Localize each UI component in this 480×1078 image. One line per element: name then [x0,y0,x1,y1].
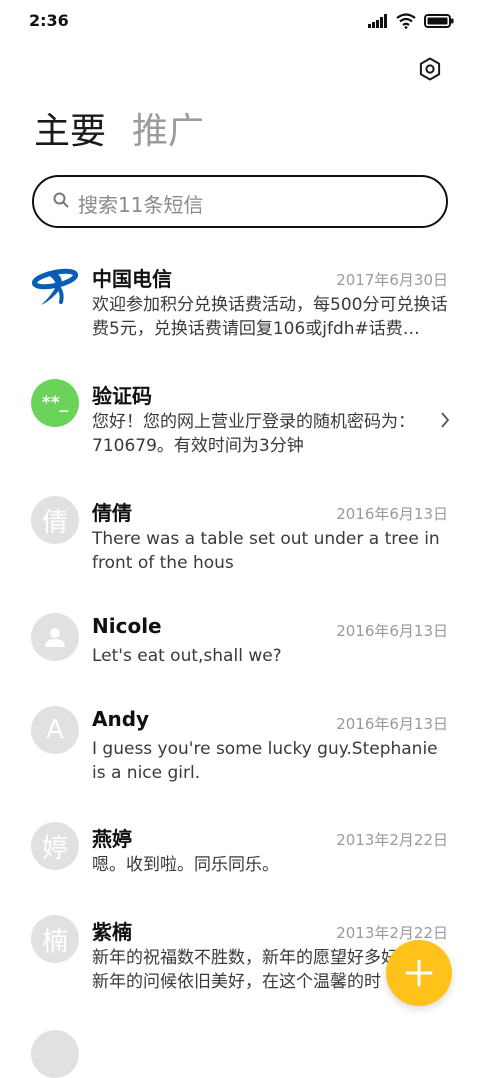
new-message-button[interactable] [386,940,452,1006]
avatar-text: 婷 [41,833,68,864]
avatar: A [31,706,79,754]
status-bar: 2:36 [0,0,480,40]
message-item[interactable]: 倩 倩倩 2016年6月13日 There was a table set ou… [0,484,480,601]
wifi-icon [396,13,416,29]
sender-name: 倩倩 [92,501,132,525]
message-item[interactable]: Nicole 2016年6月13日 Let's eat out,shall we… [0,601,480,694]
chevron-right-icon [441,412,450,428]
settings-icon [419,57,441,81]
message-preview: 欢迎参加积分兑换话费活动，每500分可兑换话费5元，兑换话费请回复106或jfd… [92,295,448,339]
avatar: **_ [31,379,79,427]
message-item[interactable]: 中国电信 2017年6月30日 欢迎参加积分兑换话费活动，每500分可兑换话费5… [0,250,480,367]
message-date: 2013年2月22日 [336,924,448,942]
tab-promotions[interactable]: 推广 [132,110,204,154]
china-telecom-logo [31,268,79,305]
message-date: 2016年6月13日 [336,715,448,733]
settings-button[interactable] [414,53,446,85]
avatar: 楠 [31,915,79,963]
search-bar[interactable]: 搜索11条短信 [32,175,448,228]
avatar: 倩 [31,496,79,544]
message-item[interactable]: A Andy 2016年6月13日 I guess you're some lu… [0,694,480,810]
avatar: 婷 [31,822,79,870]
sender-name: 验证码 [92,384,152,408]
avatar [31,1030,79,1078]
tab-primary[interactable]: 主要 [34,110,106,154]
sender-name: Nicole [92,614,162,638]
signal-icon [368,14,387,28]
avatar [31,262,79,310]
sender-name: 紫楠 [92,920,132,944]
message-preview: 嗯。收到啦。同乐同乐。 [92,855,279,875]
status-time: 2:36 [29,11,69,30]
message-item[interactable] [0,1018,480,1078]
status-icons [368,12,454,30]
message-item[interactable]: **_ 验证码 您好！您的网上营业厅登录的随机密码为：710679。有效时间为3… [0,367,480,484]
message-item[interactable]: 婷 燕婷 2013年2月22日 嗯。收到啦。同乐同乐。 [0,810,480,903]
message-list: 中国电信 2017年6月30日 欢迎参加积分兑换话费活动，每500分可兑换话费5… [0,250,480,1078]
avatar-text: 倩 [41,507,68,538]
search-placeholder: 搜索11条短信 [78,193,204,217]
avatar-text: 楠 [41,926,68,957]
message-preview: 您好！您的网上营业厅登录的随机密码为：710679。有效时间为3分钟 [92,412,415,456]
message-preview: I guess you're some lucky guy.Stephanie … [92,739,438,783]
message-date: 2016年6月13日 [336,622,448,640]
message-date: 2016年6月13日 [336,505,448,523]
plus-icon [405,959,433,987]
sender-name: 中国电信 [92,267,172,291]
avatar-text: A [46,715,64,745]
battery-icon [424,14,454,28]
avatar [31,613,79,661]
search-icon [53,192,69,208]
message-preview: There was a table set out under a tree i… [92,529,440,573]
avatar-text: **_ [41,393,69,413]
sender-name: Andy [92,707,150,731]
message-date: 2017年6月30日 [336,271,448,289]
message-preview: Let's eat out,shall we? [92,646,282,666]
message-date: 2013年2月22日 [336,831,448,849]
sender-name: 燕婷 [92,827,132,851]
person-icon [45,628,65,647]
